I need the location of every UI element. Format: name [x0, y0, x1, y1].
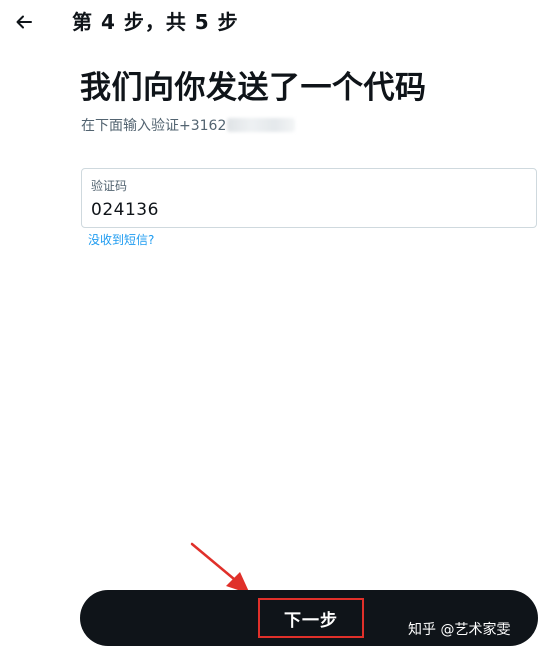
- next-button[interactable]: 下一步: [258, 598, 364, 638]
- page-title: 我们向你发送了一个代码: [80, 70, 427, 106]
- verification-code-value[interactable]: 024136: [91, 199, 159, 221]
- step-indicator: 第 4 步，共 5 步: [72, 10, 239, 34]
- verification-code-label: 验证码: [91, 179, 128, 193]
- back-button[interactable]: [10, 8, 38, 36]
- verification-code-field[interactable]: 验证码 024136: [81, 168, 537, 228]
- arrow-left-icon: [16, 15, 32, 29]
- instruction-label: 在下面输入验证+3162: [81, 118, 227, 134]
- redacted-phone-number: [227, 118, 296, 132]
- instruction-text: 在下面输入验证+3162: [81, 116, 296, 136]
- next-button-label: 下一步: [284, 610, 338, 631]
- verification-page: 第 4 步，共 5 步 我们向你发送了一个代码 在下面输入验证+3162 验证码…: [0, 0, 540, 655]
- watermark: 知乎 @艺术家雯: [408, 622, 511, 638]
- resend-sms-link[interactable]: 没收到短信?: [88, 232, 154, 248]
